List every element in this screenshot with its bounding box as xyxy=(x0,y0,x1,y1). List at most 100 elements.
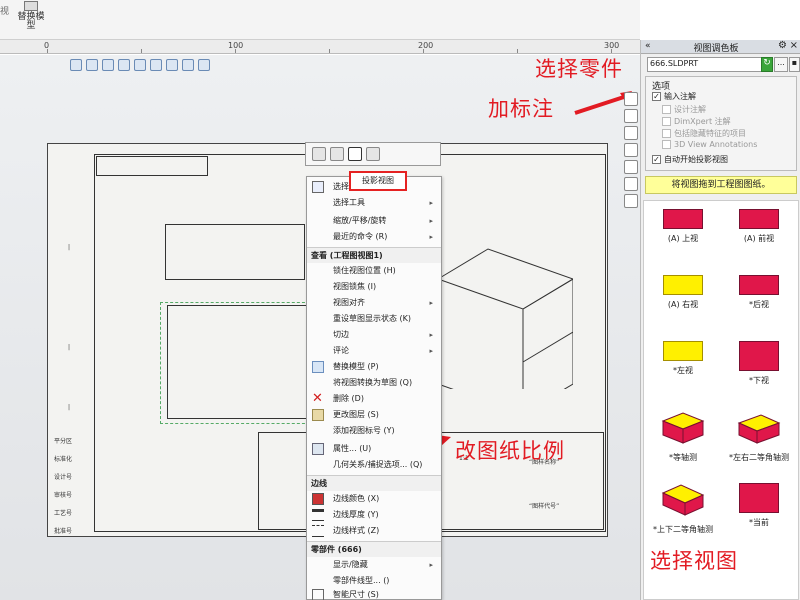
custom-properties-tab-icon[interactable] xyxy=(624,177,638,191)
document-select[interactable]: 666.SLDPRT ▾ xyxy=(647,57,770,72)
view-palette-tab-icon[interactable] xyxy=(624,143,638,157)
file-explorer-tab-icon[interactable] xyxy=(624,126,638,140)
menu-item-tangent-edge[interactable]: 切边 ▸ xyxy=(307,327,441,343)
menu-item-key: (Y) xyxy=(383,426,395,435)
forum-tab-icon[interactable] xyxy=(624,194,638,208)
menu-item-key: () xyxy=(383,576,390,585)
menu-item-change-layer[interactable]: 更改图层 (S) xyxy=(307,407,441,423)
appearances-tab-icon[interactable] xyxy=(624,160,638,174)
checkbox-icon[interactable] xyxy=(662,129,671,138)
drag-hint-banner: 将视图拖到工程图图纸。 xyxy=(645,176,797,194)
edit-part-icon[interactable] xyxy=(312,147,326,161)
select-icon[interactable] xyxy=(118,59,130,71)
menu-item-zoom-pan-rotate[interactable]: 缩放/平移/旋转 ▸ xyxy=(307,213,441,229)
menu-item-select-tools[interactable]: 选择工具 ▸ xyxy=(307,195,441,211)
isometric-view[interactable] xyxy=(433,239,573,389)
menu-item-replace-model[interactable]: 替换模型 (P) xyxy=(307,359,441,375)
menu-item-view-focus[interactable]: 视图锁焦 (I) xyxy=(307,279,441,295)
view-thumbnail xyxy=(739,209,779,229)
menu-item-relations-snaps[interactable]: 几何关系/捕捉选项... (Q) xyxy=(307,457,441,473)
layer-icon[interactable] xyxy=(366,147,380,161)
palette-view-dimetric[interactable]: *左右二等角轴测 xyxy=(724,411,794,463)
drawing-view-1[interactable] xyxy=(160,302,310,424)
menu-item-key: (Y) xyxy=(367,510,379,519)
option-include-hidden[interactable]: 包括隐藏特征的项目 xyxy=(662,128,746,139)
palette-view-trimetric[interactable]: *上下二等角轴测 xyxy=(648,483,718,535)
checkbox-icon[interactable] xyxy=(662,105,671,114)
option-label: 输入注解 xyxy=(664,92,696,101)
ruler-tick xyxy=(141,49,142,53)
refresh-icon[interactable]: ↻ xyxy=(761,57,773,72)
pan-icon[interactable] xyxy=(150,59,162,71)
close-icon[interactable]: × xyxy=(790,40,798,51)
gear-icon[interactable]: ⚙ xyxy=(778,40,787,51)
option-3d-view-annotations[interactable]: 3D View Annotations xyxy=(662,140,757,149)
palette-view-isometric[interactable]: *等轴测 xyxy=(648,411,718,463)
view-thumbnail xyxy=(739,275,779,295)
menu-item-add-view-label[interactable]: 添加视图标号 (Y) xyxy=(307,423,441,439)
menu-item-recent-commands[interactable]: 最近的命令 (R) ▸ xyxy=(307,229,441,245)
menu-item-smart-dimension[interactable]: 智能尺寸 (S) xyxy=(307,587,441,600)
zoom-fit-icon[interactable] xyxy=(70,59,82,71)
ruler-tick xyxy=(235,49,236,53)
palette-view-right[interactable]: (A) 右视 xyxy=(648,275,718,310)
replace-model-button[interactable]: 替换模型 xyxy=(14,0,48,36)
replace-model-label: 替换模型 xyxy=(17,12,45,31)
menu-item-comment[interactable]: 评论 ▸ xyxy=(307,343,441,359)
menu-item-reset-sketch[interactable]: 重设草图显示状态 (K) xyxy=(307,311,441,327)
annotation-select-part: 选择零件 xyxy=(535,57,623,81)
views-grid: (A) 上视 (A) 前视 (A) 右视 *后视 *左视 *下视 *等轴测 *左… xyxy=(643,200,799,600)
palette-view-left[interactable]: *左视 xyxy=(648,341,718,376)
projected-view-icon[interactable] xyxy=(348,147,362,161)
checkbox-checked-icon[interactable]: ✓ xyxy=(652,92,661,101)
display-style-icon[interactable] xyxy=(166,59,178,71)
checkbox-checked-icon[interactable]: ✓ xyxy=(652,155,661,164)
palette-view-current[interactable]: *当前 xyxy=(724,483,794,528)
checkbox-icon[interactable] xyxy=(662,117,671,126)
top-view-outline[interactable] xyxy=(165,224,305,280)
palette-view-front[interactable]: (A) 前视 xyxy=(724,209,794,244)
hide-icon[interactable] xyxy=(330,147,344,161)
appearance-icon[interactable] xyxy=(198,59,210,71)
menu-section-edge: 边线 xyxy=(307,475,441,491)
option-label: DimXpert 注解 xyxy=(674,117,731,126)
resources-tab-icon[interactable] xyxy=(624,92,638,106)
left-label: 设计号 xyxy=(54,474,73,481)
smart-dimension-icon xyxy=(312,589,324,600)
menu-item-label: 显示/隐藏 xyxy=(333,560,368,569)
palette-view-back[interactable]: *后视 xyxy=(724,275,794,310)
view-caption: (A) 右视 xyxy=(667,300,699,309)
menu-item-properties[interactable]: 属性... (U) xyxy=(307,441,441,457)
menu-item-show-hide[interactable]: 显示/隐藏 ▸ xyxy=(307,557,441,573)
menu-item-edge-style[interactable]: 边线样式 (Z) xyxy=(307,523,441,539)
rotate-icon[interactable] xyxy=(134,59,146,71)
palette-view-top[interactable]: (A) 上视 xyxy=(648,209,718,244)
option-import-annotations[interactable]: ✓ 输入注解 xyxy=(652,91,696,102)
menu-item-label: 锁住视图位置 xyxy=(333,266,381,275)
menu-item-lock-view[interactable]: 锁住视图位置 (H) xyxy=(307,263,441,279)
hide-show-icon[interactable] xyxy=(182,59,194,71)
checkbox-icon[interactable] xyxy=(662,140,671,149)
zone-mark: | xyxy=(68,404,71,411)
browse-button[interactable]: ... xyxy=(774,57,788,72)
menu-item-edge-thickness[interactable]: 边线厚度 (Y) xyxy=(307,507,441,523)
iso-edge xyxy=(522,331,573,363)
menu-item-delete[interactable]: ✕ 删除 (D) xyxy=(307,391,441,407)
menu-item-view-align[interactable]: 视图对齐 ▸ xyxy=(307,295,441,311)
view-thumbnail xyxy=(739,483,779,513)
iso-thumbnail xyxy=(737,414,781,444)
option-label: 自动开始投影视图 xyxy=(664,155,728,164)
option-dimxpert-annotations[interactable]: DimXpert 注解 xyxy=(662,116,731,127)
option-design-annotations[interactable]: 设计注解 xyxy=(662,104,706,115)
menu-item-convert-to-sketch[interactable]: 将视图转换为草图 (Q) xyxy=(307,375,441,391)
zoom-in-out-icon[interactable] xyxy=(102,59,114,71)
menu-section-view: 查看 (工程图视图1) xyxy=(307,247,441,263)
palette-view-bottom[interactable]: *下视 xyxy=(724,341,794,386)
pin-icon[interactable]: ▪ xyxy=(789,57,800,72)
design-library-tab-icon[interactable] xyxy=(624,109,638,123)
menu-item-edge-color[interactable]: 边线颜色 (X) xyxy=(307,491,441,507)
option-auto-start-projected[interactable]: ✓ 自动开始投影视图 xyxy=(652,154,728,165)
options-group: 选项 ✓ 输入注解 设计注解 DimXpert 注解 包括隐藏特征的项目 3D V… xyxy=(645,76,797,171)
zoom-area-icon[interactable] xyxy=(86,59,98,71)
horizontal-ruler: 0 100 200 300 xyxy=(0,40,640,54)
